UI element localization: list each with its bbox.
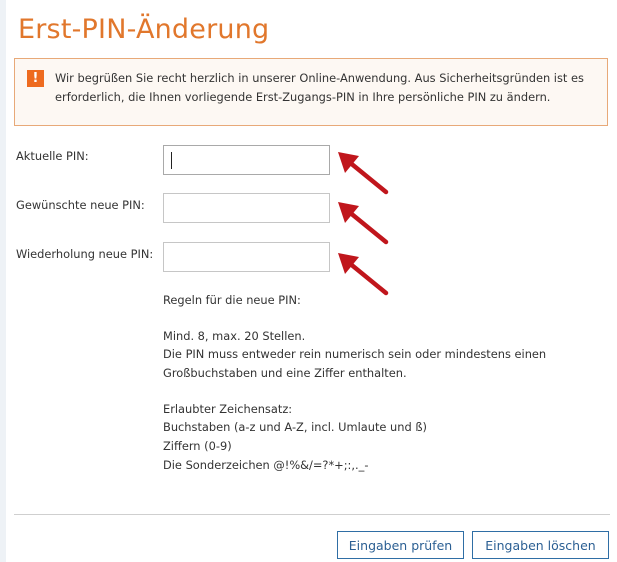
red-arrow-icon <box>338 253 389 296</box>
page-title: Erst-PIN-Änderung <box>18 14 270 45</box>
rules-composition-line1: Die PIN muss entweder rein numerisch sei… <box>163 347 547 361</box>
notice-text: Wir begrüßen Sie recht herzlich in unser… <box>55 71 584 104</box>
rules-charset-letters: Buchstaben (a-z und A-Z, incl. Umlaute u… <box>163 420 427 434</box>
text-caret <box>171 152 172 169</box>
rules-heading: Regeln für die neue PIN: <box>163 293 301 307</box>
repeat-pin-input[interactable] <box>163 242 330 272</box>
new-pin-input[interactable] <box>163 193 330 223</box>
new-pin-label: Gewünschte neue PIN: <box>16 198 145 212</box>
check-inputs-button[interactable]: Eingaben prüfen <box>337 531 464 559</box>
info-notice: ! Wir begrüßen Sie recht herzlich in uns… <box>14 58 608 126</box>
current-pin-input[interactable] <box>163 145 330 175</box>
rules-length: Mind. 8, max. 20 Stellen. <box>163 329 306 343</box>
repeat-pin-label: Wiederholung neue PIN: <box>16 247 154 261</box>
red-arrow-icon <box>338 152 389 195</box>
rules-charset-digits: Ziffern (0-9) <box>163 439 232 453</box>
current-pin-label: Aktuelle PIN: <box>16 149 89 163</box>
pin-change-panel: Erst-PIN-Änderung ! Wir begrüßen Sie rec… <box>6 0 617 562</box>
rules-composition-line2: Großbuchstaben und eine Ziffer enthalten… <box>163 366 407 380</box>
divider <box>14 514 610 515</box>
rules-charset-special: Die Sonderzeichen @!%&/=?*+;:,._- <box>163 458 369 472</box>
red-arrow-icon <box>338 202 389 245</box>
rules-charset-heading: Erlaubter Zeichensatz: <box>163 402 293 416</box>
warning-icon: ! <box>27 70 44 87</box>
clear-inputs-button[interactable]: Eingaben löschen <box>472 531 609 559</box>
